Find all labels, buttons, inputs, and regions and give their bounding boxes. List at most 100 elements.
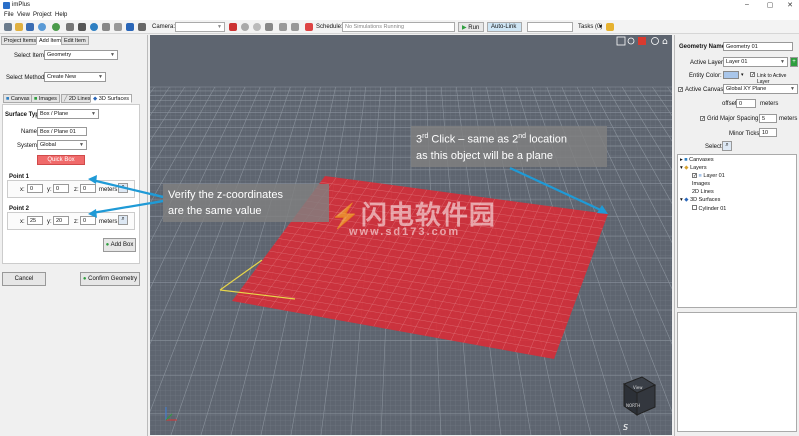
select-pick-button[interactable]: ⌕ xyxy=(722,141,732,151)
point2-z-input[interactable]: 0 xyxy=(80,216,96,225)
window-title: imPlus xyxy=(12,2,31,8)
point2-y-input[interactable]: 20 xyxy=(53,216,69,225)
tree-images[interactable]: Images xyxy=(692,181,710,187)
line-icon[interactable] xyxy=(114,23,122,31)
layer01-checkbox[interactable]: ✓ xyxy=(692,173,697,179)
tree-2d-lines[interactable]: 2D Lines xyxy=(692,189,714,195)
tree-cylinder01[interactable]: Cylinder 01 xyxy=(692,205,726,212)
search-icon: ⌕ xyxy=(121,184,125,190)
pan-icon[interactable] xyxy=(638,37,646,45)
system-value: Global xyxy=(40,142,56,148)
save-icon[interactable] xyxy=(26,23,34,31)
quick-box-button[interactable]: Quick Box xyxy=(37,155,85,165)
tree-layers[interactable]: ▾ ◆ Layers xyxy=(680,165,707,171)
maximize-button[interactable]: ▢ xyxy=(765,1,775,10)
tab-add-item[interactable]: Add Item xyxy=(36,36,65,45)
tree-layer01[interactable]: ✓ ■ Layer 01 xyxy=(692,173,725,179)
minimize-button[interactable]: – xyxy=(742,1,752,10)
geometry-name-input[interactable]: Geometry 01 xyxy=(723,42,793,51)
tree-cylinder01-label: Cylinder 01 xyxy=(698,206,727,212)
point2-pick-button[interactable]: ⌕ xyxy=(118,215,128,225)
surface-type-dropdown[interactable]: Box / Plane ▼ xyxy=(37,109,99,119)
point1-z-input[interactable]: 0 xyxy=(80,184,96,193)
new-file-icon[interactable] xyxy=(4,23,12,31)
menu-project[interactable]: Project xyxy=(33,12,52,18)
chart-icon[interactable] xyxy=(126,23,134,31)
view-cube-top-label: View xyxy=(633,385,643,390)
major-spacing-input[interactable]: 5 xyxy=(759,114,777,123)
cancel-button[interactable]: Cancel xyxy=(2,272,46,286)
menu-view[interactable]: View xyxy=(17,12,30,18)
point1-pick-button[interactable]: ⌕ xyxy=(118,183,128,193)
add-box-button[interactable]: ● Add Box xyxy=(103,238,136,252)
select-item-dropdown[interactable]: Geometry ▼ xyxy=(44,50,118,60)
tab-project-items[interactable]: Project Items xyxy=(1,36,40,45)
active-canvas-dropdown[interactable]: Global XY Plane ▼ xyxy=(723,84,798,94)
run-button[interactable]: ▶ Run xyxy=(458,22,484,32)
tab-3d-surfaces[interactable]: ◆ 3D Surfaces xyxy=(90,94,133,103)
entity-color-swatch[interactable] xyxy=(723,71,739,79)
tree-3d-surfaces[interactable]: ▾ ◆ 3D Surfaces xyxy=(680,197,720,203)
record-icon[interactable] xyxy=(229,23,237,31)
add-icon[interactable] xyxy=(52,23,60,31)
pan-icon[interactable] xyxy=(253,23,261,31)
close-button[interactable]: ✕ xyxy=(785,1,795,10)
menu-file[interactable]: File xyxy=(4,12,14,18)
major-spacing-label: Major Spacing: xyxy=(720,116,761,122)
globe-icon[interactable] xyxy=(90,23,98,31)
tab-images[interactable]: ■ Images xyxy=(31,94,60,103)
confirm-geometry-button[interactable]: ● Confirm Geometry xyxy=(80,272,140,286)
orbit-icon[interactable] xyxy=(241,23,249,31)
camera-select[interactable]: ▼ xyxy=(175,22,225,32)
tree-canvases[interactable]: ▸ ■ Canvases xyxy=(680,157,714,163)
verify-line1: Verify the z-coordinates xyxy=(168,189,283,201)
tasks-chevron-icon[interactable]: ▼ xyxy=(598,24,603,30)
tab-2d-lines[interactable]: ╱ 2D Lines xyxy=(61,94,94,103)
camera-label: Camera: xyxy=(152,24,176,30)
toolbar: Camera: ▼ Schedule: No Simulations Runni… xyxy=(0,20,799,34)
schedule-field[interactable]: No Simulations Running xyxy=(342,22,455,32)
point1-x-input[interactable]: 0 xyxy=(27,184,43,193)
layer-color-icon: ■ xyxy=(698,173,702,179)
tools-icon[interactable] xyxy=(138,23,146,31)
menu-help[interactable]: Help xyxy=(55,12,67,18)
settings-icon[interactable] xyxy=(38,23,46,31)
auto-link-button[interactable]: Auto-Link xyxy=(487,22,522,32)
select-method-dropdown[interactable]: Create New ▼ xyxy=(44,72,106,82)
minor-ticks-input[interactable]: 10 xyxy=(759,128,777,137)
3d-viewport[interactable]: ⌂ View NORTH S 3rd Click – same as 2nd l… xyxy=(150,35,672,435)
grid-icon[interactable] xyxy=(78,23,86,31)
offset-input[interactable]: 0 xyxy=(736,99,756,108)
point2-z-label: z: xyxy=(74,219,79,225)
link-active-layer-checkbox[interactable]: ✓ xyxy=(750,72,755,78)
active-canvas-checkbox[interactable]: ✓ xyxy=(678,87,683,93)
point2-unit: meters xyxy=(99,219,118,225)
add-layer-button[interactable]: + xyxy=(790,57,798,67)
minor-ticks-label: Minor Ticks: xyxy=(729,131,762,137)
point2-x-input[interactable]: 25 xyxy=(27,216,43,225)
schedule-icon[interactable] xyxy=(305,23,313,31)
third-click-callout: 3rd Click – same as 2nd location as this… xyxy=(411,126,607,167)
point1-y-input[interactable]: 0 xyxy=(53,184,69,193)
tab-edit-item[interactable]: Edit Item xyxy=(61,36,89,45)
geometry-name-label: Geometry Name: xyxy=(679,44,728,50)
view-icon[interactable] xyxy=(265,23,273,31)
plane-icon[interactable] xyxy=(291,23,299,31)
measure-icon[interactable] xyxy=(102,23,110,31)
cube-icon[interactable] xyxy=(279,23,287,31)
surfaces-panel: Surface Type: Box / Plane ▼ Name: Box / P… xyxy=(2,104,140,264)
grid-checkbox[interactable]: ✓ xyxy=(700,116,705,122)
tab-canvas[interactable]: ■ Canvas xyxy=(3,94,33,103)
open-folder-icon[interactable] xyxy=(15,23,23,31)
name-input[interactable]: Box / Plane 01 xyxy=(37,127,87,136)
point2-x-label: x: xyxy=(20,219,25,225)
active-layer-dropdown[interactable]: Layer 01 ▼ xyxy=(723,57,788,67)
chevron-down-icon[interactable]: ▾ xyxy=(741,72,744,78)
brush-icon[interactable] xyxy=(606,23,614,31)
layers-icon[interactable] xyxy=(66,23,74,31)
task-search-field[interactable] xyxy=(527,22,573,32)
home-icon[interactable]: ⌂ xyxy=(662,37,668,47)
active-layer-label: Active Layer: xyxy=(690,60,725,66)
cylinder01-checkbox[interactable] xyxy=(692,205,697,210)
system-dropdown[interactable]: Global ▼ xyxy=(37,140,87,150)
